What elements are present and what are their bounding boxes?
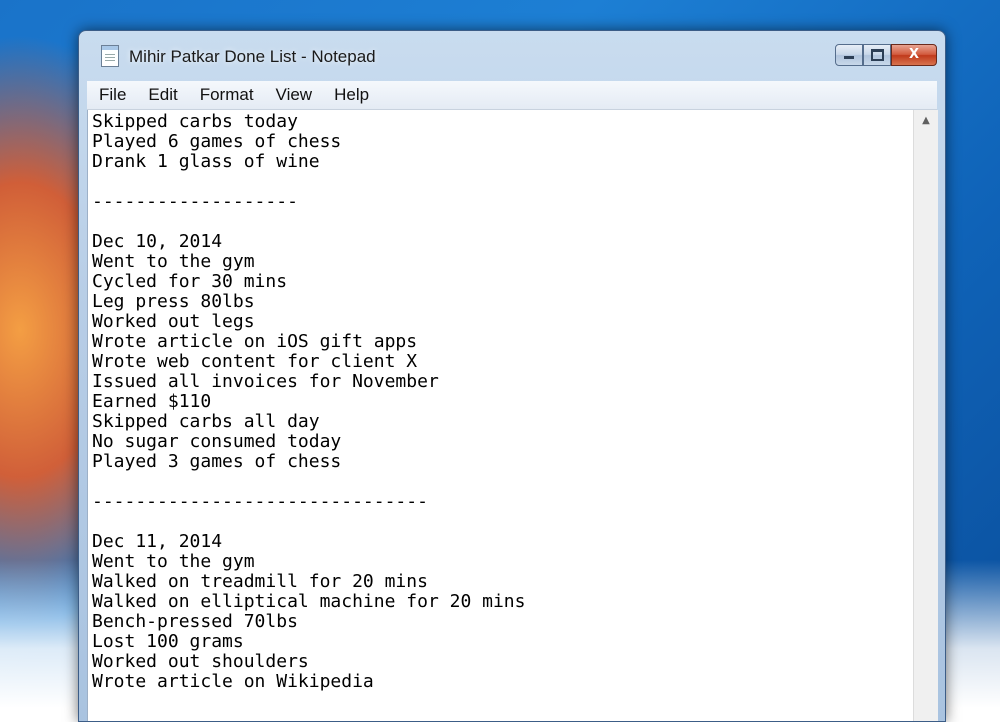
title-bar[interactable]: Mihir Patkar Done List - Notepad X xyxy=(79,31,945,79)
menu-view[interactable]: View xyxy=(274,85,315,105)
minimize-icon xyxy=(844,56,854,59)
maximize-icon xyxy=(870,49,884,61)
notepad-window: Mihir Patkar Done List - Notepad X File … xyxy=(78,30,946,722)
vertical-scrollbar[interactable]: ▲ xyxy=(913,110,938,721)
text-editor[interactable]: Skipped carbs today Played 6 games of ch… xyxy=(87,110,914,721)
menu-format[interactable]: Format xyxy=(198,85,256,105)
minimize-button[interactable] xyxy=(835,44,863,66)
menu-help[interactable]: Help xyxy=(332,85,371,105)
document-text[interactable]: Skipped carbs today Played 6 games of ch… xyxy=(88,110,914,692)
scroll-up-arrow-icon[interactable]: ▲ xyxy=(914,110,938,132)
close-button[interactable]: X xyxy=(891,44,937,66)
window-title: Mihir Patkar Done List - Notepad xyxy=(129,47,376,66)
menu-bar: File Edit Format View Help xyxy=(87,81,937,110)
menu-file[interactable]: File xyxy=(97,85,128,105)
window-controls: X xyxy=(835,44,937,66)
notepad-icon[interactable] xyxy=(101,45,119,67)
maximize-button[interactable] xyxy=(863,44,891,66)
menu-edit[interactable]: Edit xyxy=(146,85,179,105)
close-icon: X xyxy=(908,47,920,62)
